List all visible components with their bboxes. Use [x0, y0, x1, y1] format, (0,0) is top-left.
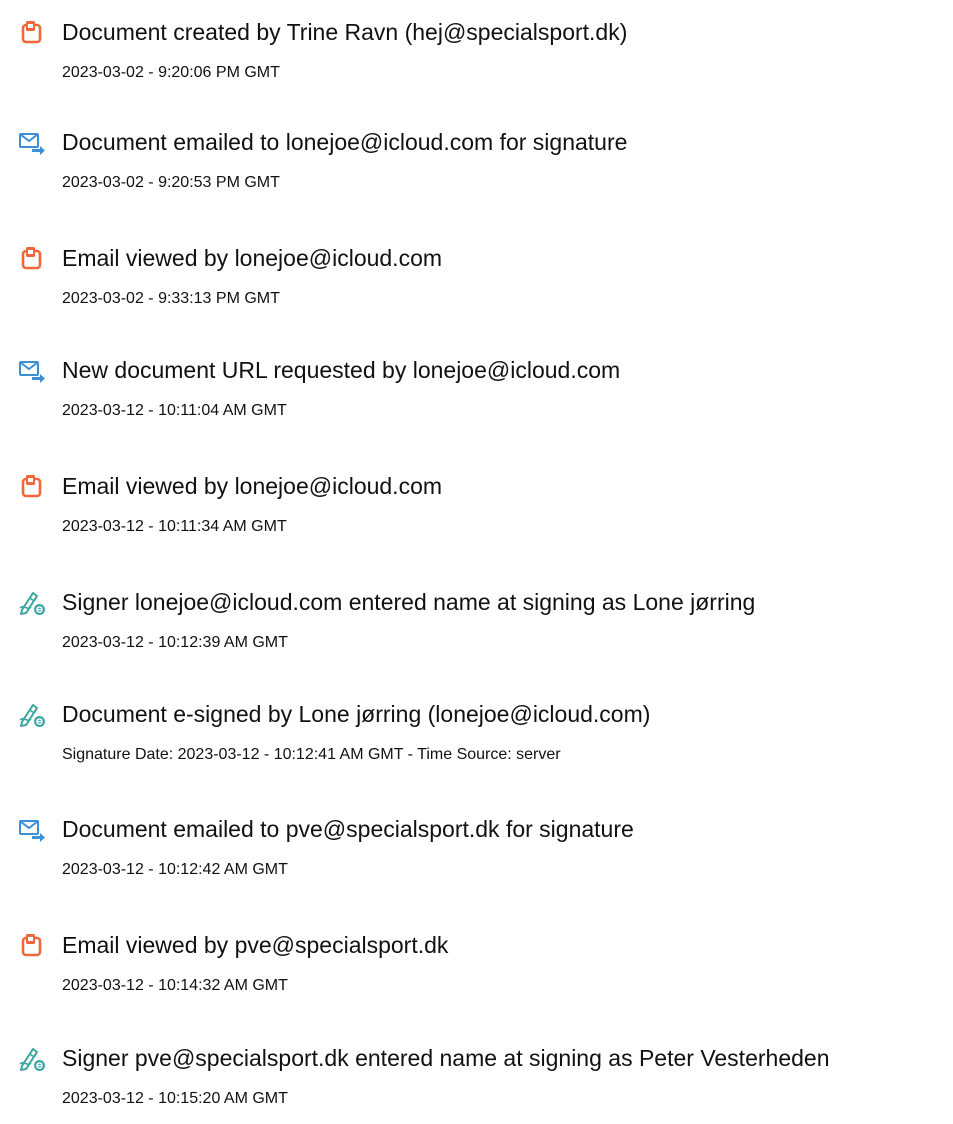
event-row: Signer pve@specialsport.dk entered name … — [0, 1044, 953, 1124]
document-icon — [18, 931, 46, 959]
event-row: New document URL requested by lonejoe@ic… — [0, 356, 953, 436]
event-timestamp: 2023-03-12 - 10:14:32 AM GMT — [62, 977, 288, 994]
event-timestamp: Signature Date: 2023-03-12 - 10:12:41 AM… — [62, 746, 561, 763]
event-timestamp: 2023-03-12 - 10:11:04 AM GMT — [62, 402, 287, 419]
event-row: Email viewed by lonejoe@icloud.com 2023-… — [0, 472, 953, 552]
event-text: Signer pve@specialsport.dk entered name … — [62, 1045, 830, 1071]
document-icon — [18, 18, 46, 46]
audit-trail-events: Document created by Trine Ravn (hej@spec… — [0, 0, 953, 1109]
event-row: Document e-signed by Lone jørring (lonej… — [0, 700, 953, 780]
event-row: Email viewed by lonejoe@icloud.com 2023-… — [0, 244, 953, 324]
email-forward-icon — [18, 356, 46, 384]
esign-pen-icon — [18, 1044, 46, 1072]
email-forward-icon — [18, 128, 46, 156]
event-row: Document created by Trine Ravn (hej@spec… — [0, 18, 953, 98]
event-text: Document e-signed by Lone jørring (lonej… — [62, 701, 651, 727]
document-icon — [18, 472, 46, 500]
event-timestamp: 2023-03-12 - 10:12:39 AM GMT — [62, 634, 288, 651]
event-row: Email viewed by pve@specialsport.dk 2023… — [0, 931, 953, 1011]
event-text: Document emailed to lonejoe@icloud.com f… — [62, 129, 628, 155]
event-row: Document emailed to lonejoe@icloud.com f… — [0, 128, 953, 208]
event-timestamp: 2023-03-12 - 10:15:20 AM GMT — [62, 1090, 288, 1107]
event-timestamp: 2023-03-12 - 10:11:34 AM GMT — [62, 518, 287, 535]
email-forward-icon — [18, 815, 46, 843]
event-timestamp: 2023-03-02 - 9:20:53 PM GMT — [62, 174, 280, 191]
esign-pen-icon — [18, 588, 46, 616]
event-text: Signer lonejoe@icloud.com entered name a… — [62, 589, 756, 615]
event-text: Email viewed by lonejoe@icloud.com — [62, 473, 443, 499]
esign-pen-icon — [18, 700, 46, 728]
event-text: Email viewed by lonejoe@icloud.com — [62, 245, 443, 271]
event-text: Email viewed by pve@specialsport.dk — [62, 932, 449, 958]
event-text: Document emailed to pve@specialsport.dk … — [62, 816, 634, 842]
event-timestamp: 2023-03-02 - 9:33:13 PM GMT — [62, 290, 280, 307]
event-text: New document URL requested by lonejoe@ic… — [62, 357, 621, 383]
event-timestamp: 2023-03-02 - 9:20:06 PM GMT — [62, 64, 280, 81]
event-text: Document created by Trine Ravn (hej@spec… — [62, 19, 628, 45]
event-row: Document emailed to pve@specialsport.dk … — [0, 815, 953, 895]
document-icon — [18, 244, 46, 272]
event-timestamp: 2023-03-12 - 10:12:42 AM GMT — [62, 861, 288, 878]
event-row: Signer lonejoe@icloud.com entered name a… — [0, 588, 953, 668]
